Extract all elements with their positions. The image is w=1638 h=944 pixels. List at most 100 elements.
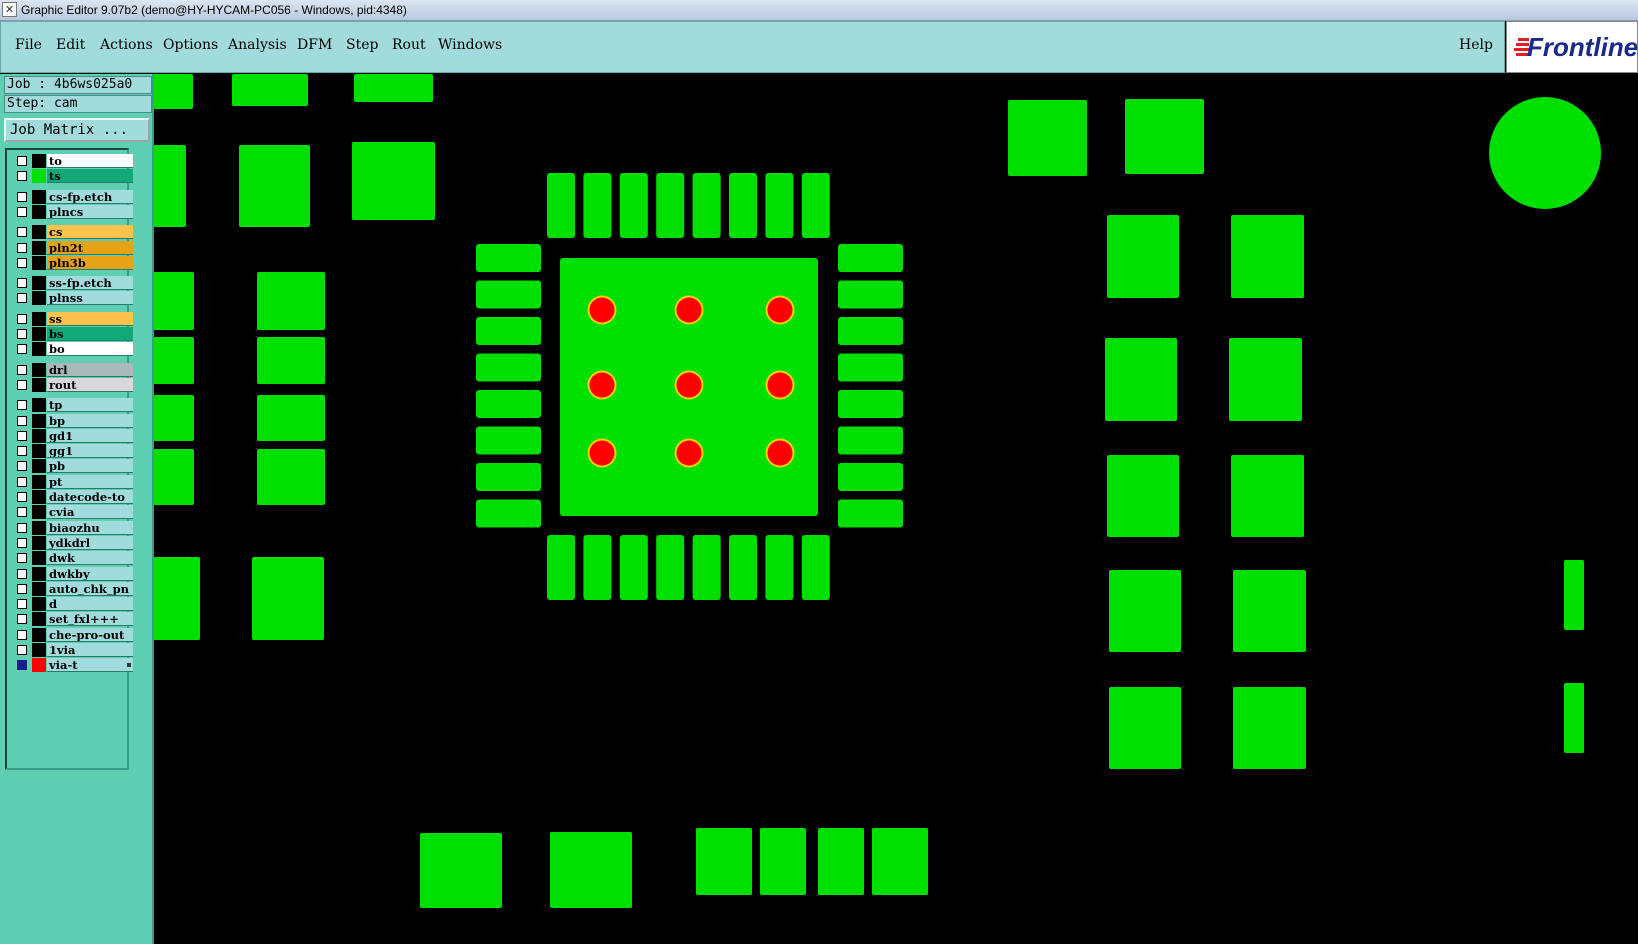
layer-row[interactable]: ts	[11, 169, 133, 184]
layer-row[interactable]: pln2t	[11, 240, 133, 255]
layer-display-swatch[interactable]	[32, 551, 46, 566]
layer-row[interactable]: plncs	[11, 204, 133, 219]
menu-options[interactable]: Options	[163, 37, 218, 53]
layer-display-swatch[interactable]	[32, 255, 46, 270]
layer-checkbox[interactable]	[17, 430, 27, 441]
layer-checkbox[interactable]	[17, 583, 27, 594]
layer-display-swatch[interactable]	[32, 535, 46, 550]
layer-display-swatch[interactable]	[32, 627, 46, 642]
layer-row[interactable]: to	[11, 154, 133, 168]
layer-checkbox[interactable]	[17, 379, 27, 390]
layer-display-swatch[interactable]	[32, 566, 46, 581]
layer-checkbox[interactable]	[17, 171, 27, 182]
layer-checkbox[interactable]	[17, 446, 27, 457]
layer-row[interactable]: gg1	[11, 444, 133, 459]
layer-checkbox[interactable]	[17, 364, 27, 375]
layer-display-swatch[interactable]	[32, 276, 46, 291]
layer-row[interactable]: cvia	[11, 505, 133, 520]
layer-checkbox[interactable]	[17, 344, 27, 355]
layer-row[interactable]: bs	[11, 327, 133, 341]
layer-checkbox[interactable]	[17, 629, 27, 640]
menu-help[interactable]: Help	[1459, 37, 1493, 53]
layer-display-swatch[interactable]	[32, 225, 46, 240]
job-matrix-button[interactable]: Job Matrix ...	[4, 118, 150, 142]
layer-checkbox[interactable]	[17, 507, 27, 518]
layer-checkbox[interactable]	[17, 568, 27, 579]
layer-checkbox[interactable]	[17, 227, 27, 238]
layer-checkbox[interactable]	[17, 599, 27, 610]
layer-row[interactable]: ydkdrl	[11, 535, 133, 550]
layer-checkbox[interactable]	[17, 522, 27, 533]
layer-row[interactable]: datecode-to	[11, 490, 133, 504]
layer-checkbox[interactable]	[17, 537, 27, 548]
menu-file[interactable]: File	[15, 37, 42, 53]
menu-windows[interactable]: Windows	[438, 37, 502, 53]
layer-display-swatch[interactable]	[32, 612, 46, 627]
menu-actions[interactable]: Actions	[100, 37, 153, 53]
menu-analysis[interactable]: Analysis	[228, 37, 287, 53]
menu-dfm[interactable]: DFM	[297, 37, 332, 53]
layer-display-swatch[interactable]	[32, 342, 46, 357]
layer-row[interactable]: cs	[11, 225, 133, 240]
layer-row[interactable]: pln3b	[11, 255, 133, 270]
layer-row[interactable]: bp	[11, 413, 133, 428]
menu-edit[interactable]: Edit	[56, 37, 85, 53]
layer-display-swatch[interactable]	[32, 240, 46, 255]
layer-checkbox[interactable]	[17, 553, 27, 564]
layer-row[interactable]: drl	[11, 362, 133, 377]
layer-display-swatch[interactable]	[32, 505, 46, 520]
layer-row[interactable]: bo	[11, 342, 133, 357]
layer-row[interactable]: auto_chk_pn	[11, 581, 133, 596]
layer-display-swatch[interactable]	[32, 474, 46, 489]
layer-row[interactable]: pt	[11, 474, 133, 489]
layer-display-swatch[interactable]	[32, 413, 46, 428]
layer-row[interactable]: gd1	[11, 428, 133, 443]
layer-checkbox[interactable]	[17, 206, 27, 217]
layer-checkbox[interactable]	[17, 461, 27, 472]
layer-checkbox[interactable]	[17, 415, 27, 426]
layer-row[interactable]: dwk	[11, 551, 133, 566]
layer-display-swatch[interactable]	[32, 520, 46, 535]
layer-row[interactable]: pb	[11, 459, 133, 474]
layer-display-swatch[interactable]	[32, 169, 46, 184]
layer-display-swatch[interactable]	[32, 658, 46, 673]
layer-display-swatch[interactable]	[32, 154, 46, 168]
layer-display-swatch[interactable]	[32, 362, 46, 377]
layer-checkbox[interactable]	[17, 400, 27, 411]
layer-checkbox[interactable]	[17, 156, 27, 166]
layer-display-swatch[interactable]	[32, 311, 46, 326]
layer-row[interactable]: dwkby	[11, 566, 133, 581]
layer-checkbox[interactable]	[17, 313, 27, 324]
layer-list[interactable]: to ts cs-fp.etch plncs cs pln2t pln3b ss-fp.etc…	[5, 148, 133, 770]
menu-rout[interactable]: Rout	[392, 37, 426, 53]
layer-row[interactable]: 1via	[11, 643, 133, 657]
layer-row[interactable]: biaozhu	[11, 520, 133, 535]
layer-checkbox[interactable]	[17, 329, 27, 339]
layer-display-swatch[interactable]	[32, 597, 46, 612]
layer-row[interactable]: ss-fp.etch	[11, 276, 133, 291]
menu-step[interactable]: Step	[346, 37, 378, 53]
layer-row[interactable]: d	[11, 597, 133, 612]
layer-checkbox[interactable]	[17, 645, 27, 655]
board-canvas[interactable]	[154, 74, 1638, 944]
layer-checkbox[interactable]	[17, 278, 27, 289]
layer-display-swatch[interactable]	[32, 204, 46, 219]
layer-display-swatch[interactable]	[32, 398, 46, 413]
layer-checkbox[interactable]	[17, 293, 27, 304]
layer-row[interactable]: ss	[11, 311, 133, 326]
layer-checkbox[interactable]	[17, 242, 27, 253]
layer-display-swatch[interactable]	[32, 377, 46, 392]
layer-display-swatch[interactable]	[32, 428, 46, 443]
layer-display-swatch[interactable]	[32, 327, 46, 341]
layer-row[interactable]: che-pro-out	[11, 627, 133, 642]
layer-row[interactable]: tp	[11, 398, 133, 413]
layer-display-swatch[interactable]	[32, 490, 46, 504]
layer-checkbox[interactable]	[17, 257, 27, 268]
layer-row[interactable]: rout	[11, 377, 133, 392]
layer-checkbox[interactable]	[17, 191, 27, 202]
layer-row[interactable]: plnss	[11, 291, 133, 306]
layer-display-swatch[interactable]	[32, 459, 46, 474]
layer-row[interactable]: set_fxl+++	[11, 612, 133, 627]
layer-row[interactable]: via-t	[11, 658, 133, 673]
layer-display-swatch[interactable]	[32, 189, 46, 204]
